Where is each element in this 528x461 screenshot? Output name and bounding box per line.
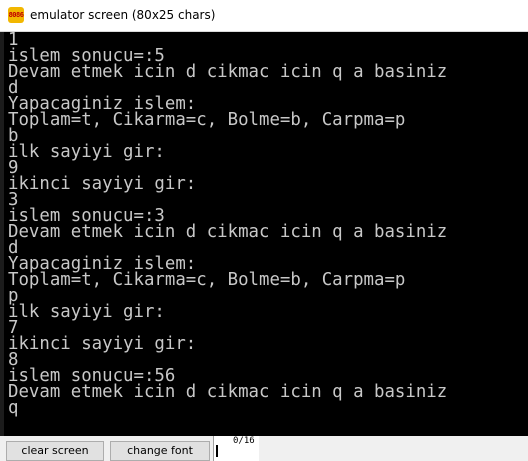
emulator-app-icon: 8086 <box>8 7 24 23</box>
screen-line: ilk sayiyi gir: <box>8 301 165 322</box>
screen-line: ikinci sayiyi gir: <box>8 173 197 194</box>
screen-line: ilk sayiyi gir: <box>8 141 165 162</box>
input-buffer-counter[interactable]: 0/16 <box>213 436 259 461</box>
screen-line: Devam etmek icin d cikmac icin q a basin… <box>8 381 448 402</box>
screen-line: Toplam=t, Cikarma=c, Bolme=b, Carpma=p <box>8 269 406 290</box>
title-bar: 8086 emulator screen (80x25 chars) <box>0 0 528 32</box>
screen-line: q <box>8 397 19 418</box>
text-caret <box>216 445 218 457</box>
screen-line: Devam etmek icin d cikmac icin q a basin… <box>8 61 448 82</box>
screen-line: Devam etmek icin d cikmac icin q a basin… <box>8 221 448 242</box>
screen-line: ikinci sayiyi gir: <box>8 333 197 354</box>
change-font-button[interactable]: change font <box>110 441 210 461</box>
screen-line: Toplam=t, Cikarma=c, Bolme=b, Carpma=p <box>8 109 406 130</box>
emulator-screen[interactable]: 1 islem sonucu=:5 Devam etmek icin d cik… <box>0 32 528 436</box>
clear-screen-button[interactable]: clear screen <box>6 441 104 461</box>
buffer-count-text: 0/16 <box>233 436 255 446</box>
bottom-toolbar: clear screen change font 0/16 <box>0 436 528 461</box>
window-title: emulator screen (80x25 chars) <box>30 8 216 22</box>
